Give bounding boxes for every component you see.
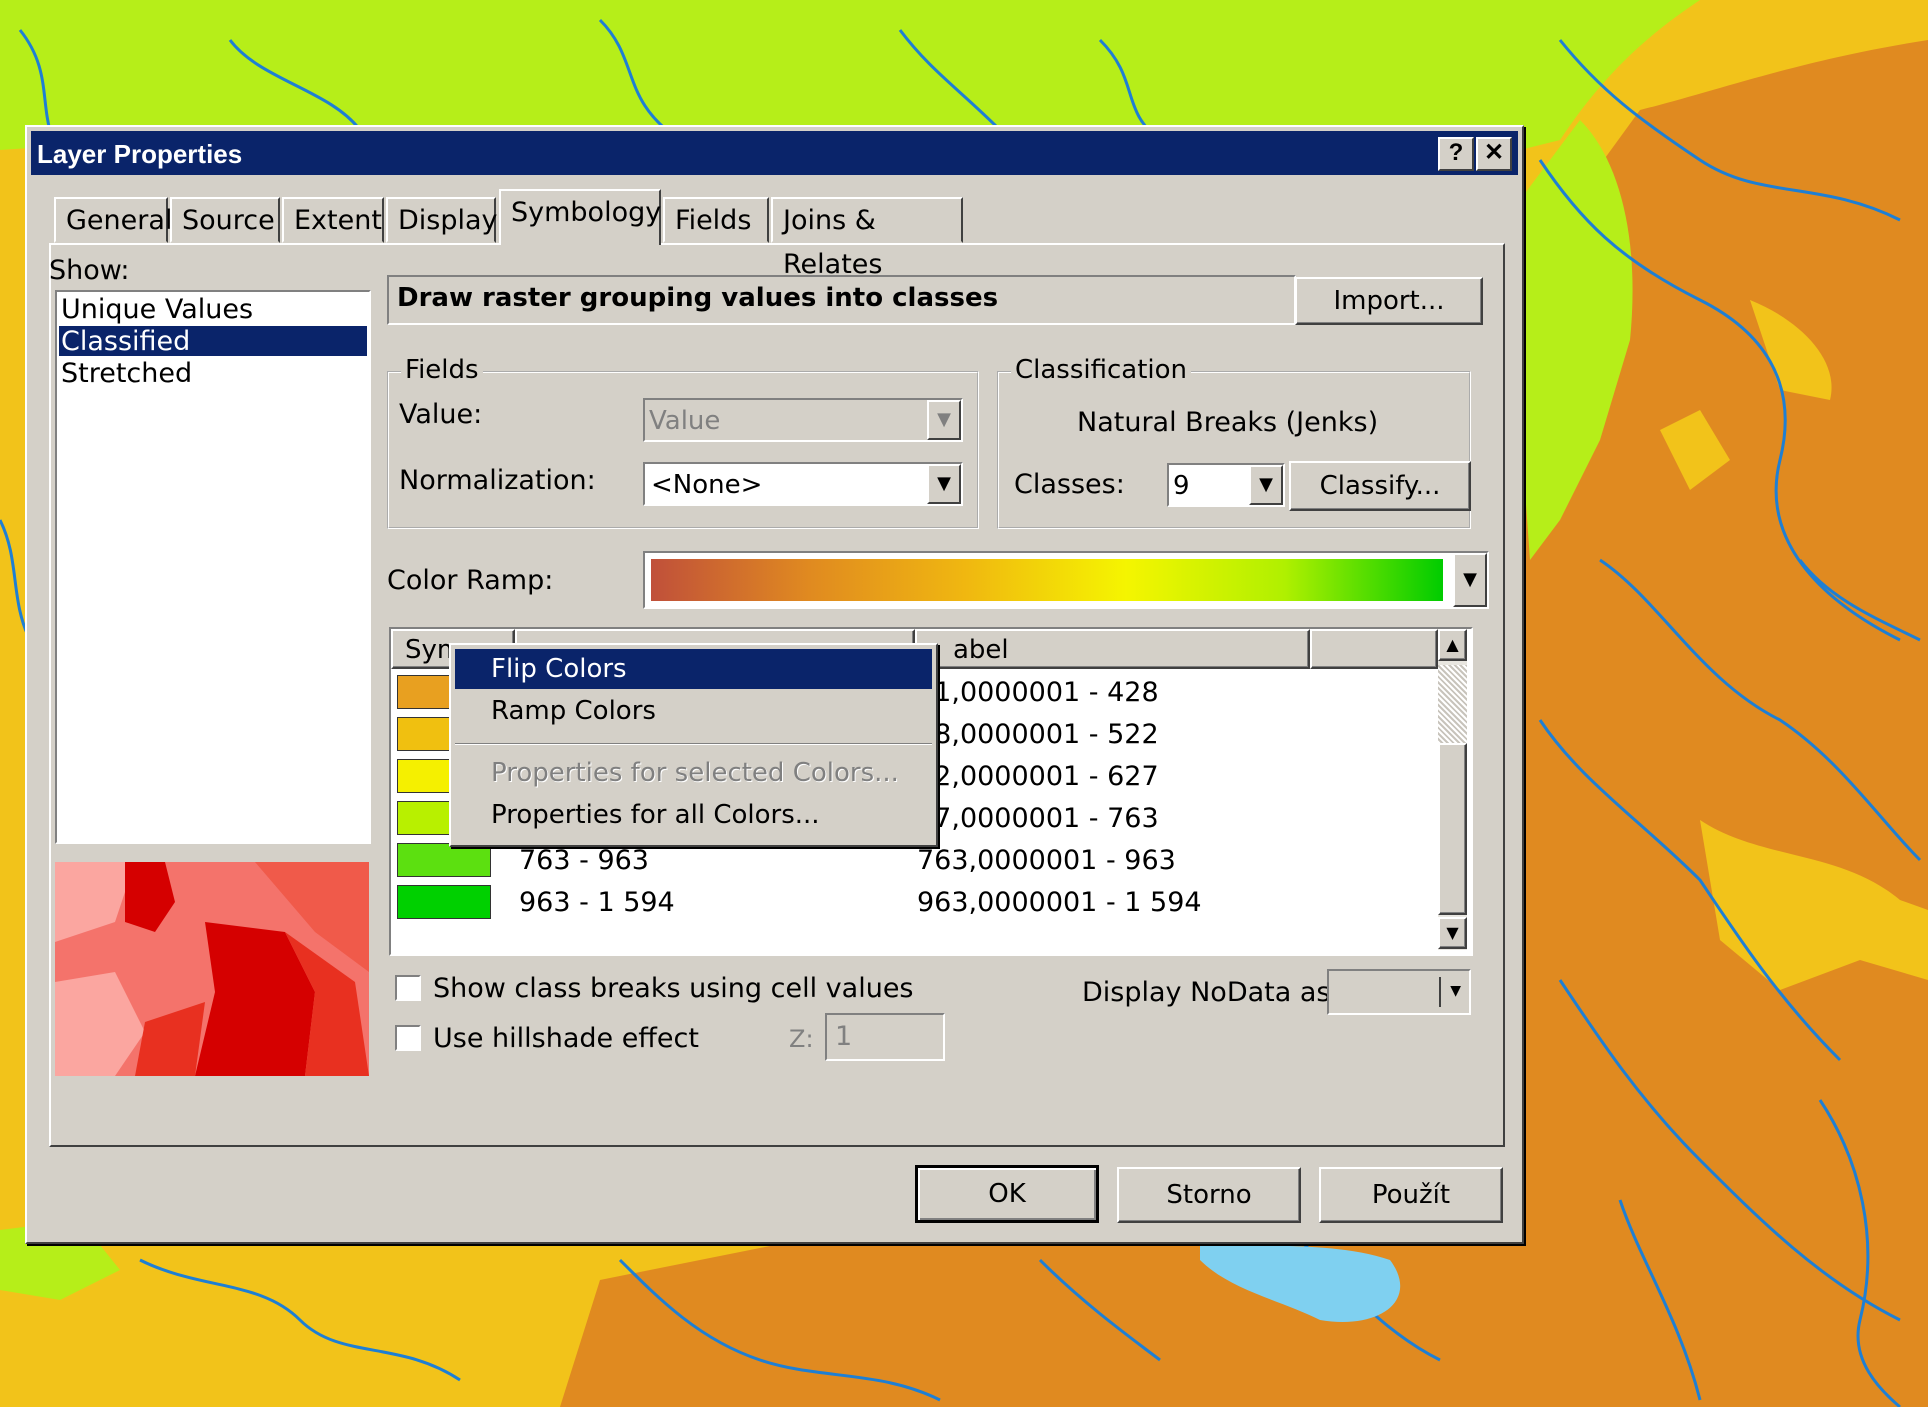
color-ramp-label: Color Ramp: bbox=[387, 565, 554, 596]
scroll-thumb[interactable] bbox=[1438, 743, 1467, 915]
menu-item-properties-selected: Properties for selected Colors... bbox=[491, 758, 899, 788]
chevron-down-icon[interactable]: ▼ bbox=[1249, 465, 1283, 505]
classes-select-text: 9 bbox=[1173, 471, 1190, 501]
scroll-track[interactable] bbox=[1438, 665, 1467, 743]
normalization-select-text: <None> bbox=[651, 470, 763, 500]
context-menu: Flip Colors Ramp Colors Properties for s… bbox=[449, 643, 938, 847]
import-button[interactable]: Import... bbox=[1295, 277, 1483, 325]
apply-button[interactable]: Použít bbox=[1319, 1167, 1503, 1223]
menu-item-ramp-colors[interactable]: Ramp Colors bbox=[455, 691, 932, 731]
fields-group-label: Fields bbox=[401, 355, 483, 385]
vertical-scrollbar[interactable]: ▲ ▼ bbox=[1438, 629, 1467, 950]
nodata-color-picker[interactable]: ▼ bbox=[1327, 969, 1471, 1015]
value-label: Value: bbox=[399, 399, 483, 430]
show-class-breaks-checkbox[interactable] bbox=[395, 975, 421, 1001]
color-ramp-select[interactable]: ▼ bbox=[643, 551, 1489, 609]
menu-separator bbox=[455, 743, 932, 745]
classes-label: Classes: bbox=[1014, 469, 1125, 500]
class-label[interactable]: 763,0000001 - 963 bbox=[917, 845, 1176, 876]
z-factor-value: 1 bbox=[835, 1021, 853, 1052]
classification-group-label: Classification bbox=[1011, 355, 1192, 385]
scroll-down-button[interactable]: ▼ bbox=[1438, 917, 1467, 949]
z-factor-input: 1 bbox=[825, 1013, 945, 1061]
class-label[interactable]: 22,0000001 - 627 bbox=[917, 761, 1159, 792]
column-header-label[interactable]: abel bbox=[915, 629, 1310, 669]
color-ramp-preview bbox=[651, 559, 1443, 601]
show-item-unique-values[interactable]: Unique Values bbox=[59, 294, 367, 325]
title-bar[interactable]: Layer Properties ? ✕ bbox=[31, 131, 1518, 175]
show-item-classified[interactable]: Classified bbox=[59, 326, 367, 357]
classes-select[interactable]: 9 ▼ bbox=[1167, 463, 1285, 507]
show-item-stretched[interactable]: Stretched bbox=[59, 358, 367, 389]
class-symbol-swatch[interactable] bbox=[397, 843, 491, 877]
show-list[interactable]: Unique Values Classified Stretched bbox=[55, 290, 371, 844]
hillshade-checkbox[interactable] bbox=[395, 1025, 421, 1051]
value-select-text: Value bbox=[649, 406, 721, 436]
class-range[interactable]: 963 - 1 594 bbox=[519, 887, 675, 918]
cancel-button[interactable]: Storno bbox=[1117, 1167, 1301, 1223]
close-button[interactable]: ✕ bbox=[1476, 137, 1512, 171]
menu-item-properties-all[interactable]: Properties for all Colors... bbox=[455, 795, 932, 835]
class-label[interactable]: 28,0000001 - 522 bbox=[917, 719, 1159, 750]
tab-display[interactable]: Display bbox=[386, 197, 498, 243]
z-label: Z: bbox=[789, 1025, 814, 1053]
symbology-preview-image bbox=[55, 862, 369, 1076]
nodata-label: Display NoData as bbox=[1082, 977, 1331, 1008]
value-select: Value ▼ bbox=[643, 398, 963, 442]
tab-symbology[interactable]: Symbology bbox=[499, 189, 661, 245]
class-label[interactable]: 27,0000001 - 763 bbox=[917, 803, 1159, 834]
renderer-description: Draw raster grouping values into classes bbox=[397, 283, 999, 313]
show-class-breaks-label: Show class breaks using cell values bbox=[433, 973, 914, 1004]
normalization-label: Normalization: bbox=[399, 465, 596, 496]
class-range[interactable]: 763 - 963 bbox=[519, 845, 649, 876]
ok-button[interactable]: OK bbox=[915, 1165, 1099, 1223]
class-symbol-swatch[interactable] bbox=[397, 885, 491, 919]
column-header-empty bbox=[1310, 629, 1438, 669]
classification-method: Natural Breaks (Jenks) bbox=[1077, 407, 1379, 438]
chevron-down-icon[interactable]: ▼ bbox=[927, 464, 961, 504]
menu-item-flip-colors[interactable]: Flip Colors bbox=[455, 649, 932, 689]
tab-source[interactable]: Source bbox=[170, 197, 280, 243]
table-row[interactable]: 963 - 1 594 963,0000001 - 1 594 bbox=[391, 881, 1438, 923]
chevron-down-icon: ▼ bbox=[927, 400, 961, 440]
normalization-select[interactable]: <None> ▼ bbox=[643, 462, 963, 506]
tab-joins-relates[interactable]: Joins & Relates bbox=[771, 197, 963, 280]
hillshade-label: Use hillshade effect bbox=[433, 1023, 699, 1054]
classify-button[interactable]: Classify... bbox=[1289, 461, 1471, 511]
dialog-title: Layer Properties bbox=[37, 139, 243, 169]
tab-general[interactable]: General bbox=[54, 197, 172, 243]
class-label[interactable]: 31,0000001 - 428 bbox=[917, 677, 1159, 708]
scroll-up-button[interactable]: ▲ bbox=[1438, 629, 1467, 661]
chevron-down-icon[interactable]: ▼ bbox=[1450, 983, 1461, 999]
class-label[interactable]: 963,0000001 - 1 594 bbox=[917, 887, 1202, 918]
tab-extent[interactable]: Extent bbox=[282, 197, 384, 243]
show-label: Show: bbox=[49, 255, 130, 286]
tab-fields[interactable]: Fields bbox=[663, 197, 769, 243]
help-button[interactable]: ? bbox=[1438, 137, 1474, 171]
chevron-down-icon[interactable]: ▼ bbox=[1453, 553, 1487, 607]
